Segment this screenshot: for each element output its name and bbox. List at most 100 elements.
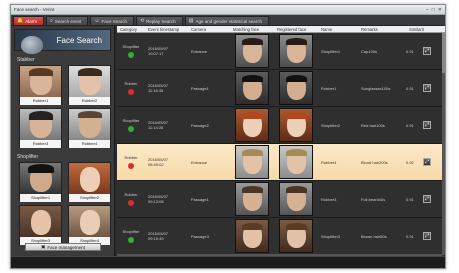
- detail-icon[interactable]: ⤢: [423, 84, 431, 92]
- registered-face-image[interactable]: [279, 145, 313, 179]
- camera-cell: Passage3: [191, 233, 209, 239]
- matching-face-cell: [230, 71, 274, 105]
- watchlist-label: Stabber: [17, 57, 35, 63]
- left-panel: Face Search Stabber Robber1 Robber2 Robb…: [11, 26, 115, 256]
- table-row[interactable]: Robber 2016/05/07 09:13:08 Passage1 Robb…: [117, 181, 445, 218]
- category-label: Shoplifter: [122, 44, 140, 49]
- watchlist-item[interactable]: Robber2: [68, 65, 111, 105]
- search-icon: ⌕: [50, 18, 53, 24]
- window-title: Face search - Verint: [14, 7, 55, 12]
- status-dot: [128, 163, 134, 169]
- minimize-icon[interactable]: –: [426, 7, 429, 13]
- column-header[interactable]: Similarit: [406, 27, 434, 32]
- shoplifter-name: Shoplifter1: [20, 194, 61, 202]
- registered-face-cell: [274, 108, 318, 142]
- vertical-scrollbar[interactable]: [442, 33, 445, 255]
- category-label: Robber: [124, 192, 138, 197]
- action-cell: ⤢: [420, 121, 434, 129]
- registered-face-cell: [274, 34, 318, 68]
- status-dot: [128, 237, 134, 243]
- table-row[interactable]: Robber 2016/05/07 08:49:02 Entrance Robb…: [117, 144, 445, 181]
- maximize-icon[interactable]: □: [432, 7, 435, 13]
- column-header[interactable]: Remarks: [358, 27, 406, 32]
- matching-face-image[interactable]: [235, 108, 269, 142]
- shoplifter-item[interactable]: Shoplifter4: [68, 205, 111, 245]
- detail-icon[interactable]: ⤢: [423, 158, 431, 166]
- matching-face-image[interactable]: [235, 145, 269, 179]
- table-header: Category Event timestamp Camera Matching…: [117, 26, 445, 33]
- camera-cell: Entrance: [191, 48, 208, 54]
- table-row[interactable]: Robber 2016/05/07 11:16:35 Passage1 Robb…: [117, 70, 445, 107]
- tab-replay-search[interactable]: ⟲ Replay Search: [135, 16, 183, 25]
- watchlist-name: Robber2: [69, 97, 110, 105]
- tab-age-gender[interactable]: ▤ Age and gender statistical search: [184, 16, 269, 25]
- shoplifter-item[interactable]: Shoplifter1: [19, 162, 62, 202]
- category-label: Robber: [124, 81, 138, 86]
- face-icon: ☺: [94, 18, 100, 24]
- column-header[interactable]: Registered face: [274, 27, 318, 32]
- name-cell: Robber1: [321, 85, 337, 91]
- status-dot: [128, 52, 134, 58]
- shoplifter-item[interactable]: Shoplifter3: [19, 205, 62, 245]
- name-cell: Robber3: [321, 196, 337, 202]
- table-row[interactable]: Shoplifter 2016/05/07 11:14:28 Passage2 …: [117, 107, 445, 144]
- name-cell: Shoplifter1: [321, 48, 341, 54]
- matching-face-image[interactable]: [235, 34, 269, 68]
- face-search-logo-icon: [21, 36, 43, 54]
- close-icon[interactable]: ✕: [438, 7, 442, 13]
- category-cell: Shoplifter: [117, 118, 145, 132]
- name-cell: Shoplifter3: [321, 233, 341, 239]
- registered-face-image[interactable]: [279, 71, 313, 105]
- face-management-button[interactable]: ▣ Face management: [25, 243, 101, 251]
- timestamp-cell: 2016/05/07 10:07:17: [148, 46, 169, 56]
- chart-icon: ▤: [188, 18, 194, 24]
- camera-cell: Entrance: [191, 159, 208, 165]
- shoplifter-name: Shoplifter2: [69, 194, 110, 202]
- tab-bar: 🔔 Alarm ⌕ Search event ☺ Face Search ⟲ Repla…: [11, 15, 445, 26]
- remarks-cell: Cap100s: [361, 48, 378, 54]
- matching-face-image[interactable]: [235, 71, 269, 105]
- tab-alarm[interactable]: 🔔 Alarm: [13, 16, 44, 25]
- column-header[interactable]: Name: [318, 27, 358, 32]
- matching-face-image[interactable]: [235, 182, 269, 216]
- tab-face-search[interactable]: ☺ Face Search: [90, 16, 134, 25]
- status-bar: [11, 256, 445, 268]
- table-row[interactable]: Shoplifter 2016/05/07 10:07:17 Entrance …: [117, 33, 445, 70]
- timestamp-cell: 2016/05/07 11:16:35: [148, 83, 169, 93]
- app-window: Face search - Verint – □ ✕ 🔔 Alarm ⌕ Searc…: [10, 4, 446, 269]
- watchlist-item[interactable]: Robber4: [68, 108, 111, 148]
- detail-icon[interactable]: ⤢: [423, 195, 431, 203]
- registered-face-image[interactable]: [279, 108, 313, 142]
- registered-face-image[interactable]: [279, 34, 313, 68]
- tab-search-event[interactable]: ⌕ Search event: [46, 16, 89, 25]
- matching-face-image[interactable]: [235, 219, 269, 253]
- scrollbar-thumb[interactable]: [442, 33, 445, 73]
- registered-face-image[interactable]: [279, 219, 313, 253]
- action-cell: ⤢: [420, 158, 434, 166]
- action-cell: ⤢: [420, 84, 434, 92]
- remarks-cell: Blond hair200s: [361, 159, 388, 165]
- registered-face-cell: [274, 182, 318, 216]
- registered-face-image[interactable]: [279, 182, 313, 216]
- status-dot: [128, 200, 134, 206]
- detail-icon[interactable]: ⤢: [423, 47, 431, 55]
- replay-icon: ⟲: [139, 18, 145, 24]
- shoplifter-item[interactable]: Shoplifter2: [68, 162, 111, 202]
- action-cell: ⤢: [420, 232, 434, 240]
- column-header[interactable]: Matching face: [230, 27, 274, 32]
- matching-face-cell: [230, 182, 274, 216]
- detail-icon[interactable]: ⤢: [423, 232, 431, 240]
- table-row[interactable]: Shoplifter 2016/05/07 09:15:45 Passage3 …: [117, 218, 445, 255]
- detail-icon[interactable]: ⤢: [423, 121, 431, 129]
- shoplifter-label: Shoplifter: [17, 154, 39, 160]
- column-header[interactable]: Camera: [188, 27, 230, 32]
- column-header[interactable]: Event timestamp: [145, 27, 188, 32]
- category-cell: Robber: [117, 192, 145, 206]
- watchlist-item[interactable]: Robber1: [19, 65, 62, 105]
- watchlist-item[interactable]: Robber3: [19, 108, 62, 148]
- remarks-cell: Sunglasses100s: [361, 85, 391, 91]
- column-header[interactable]: Category: [117, 27, 145, 32]
- matching-face-cell: [230, 219, 274, 253]
- category-label: Shoplifter: [122, 118, 140, 123]
- timestamp-cell: 2016/05/07 09:13:08: [148, 194, 169, 204]
